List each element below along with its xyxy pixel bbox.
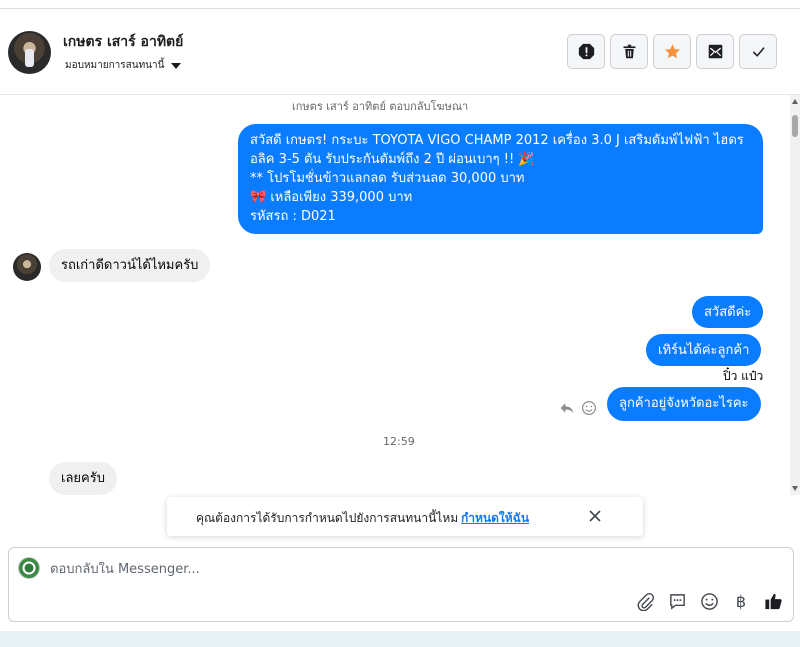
assign-prompt-text: คุณต้องการได้รับการกำหนดไปยังการสนทนานี้… xyxy=(196,511,459,525)
delete-button[interactable] xyxy=(610,34,648,69)
payment-icon[interactable]: ฿ xyxy=(731,591,751,611)
incoming-message[interactable]: รถเก่าดีดาวน์ได้ไหมครับ xyxy=(49,249,211,282)
outgoing-message[interactable]: สวัสดีค่ะ xyxy=(692,296,764,328)
check-icon xyxy=(752,47,765,57)
ad-message-line: 🎀 เหลือเพียง 339,000 บาท xyxy=(250,190,413,205)
composer-tools: ฿ xyxy=(635,591,783,611)
outgoing-message[interactable]: ลูกค้าอยู่จังหวัดอะไรคะ xyxy=(607,387,761,421)
ad-message-line: อลิค 3-5 ตัน รับประกันดัมพ์ถึง 2 ปี ผ่อน… xyxy=(250,152,535,167)
incoming-message[interactable]: เลยครับ xyxy=(49,462,117,495)
trash-icon xyxy=(623,44,635,59)
ad-reply-note: เกษตร เสาร์ อาทิตย์ ตอบกลับโฆษณา xyxy=(292,100,469,113)
assign-label: มอบหมายการสนทนานี้ xyxy=(65,60,165,71)
reply-input[interactable] xyxy=(50,562,750,577)
attach-button[interactable] xyxy=(635,591,655,611)
sender-name: ปิ๋ว แป๋ว xyxy=(723,369,764,383)
scroll-thumb[interactable] xyxy=(792,115,798,137)
reply-composer: ฿ xyxy=(8,547,794,622)
mark-spam-button[interactable] xyxy=(567,34,605,69)
emoji-icon xyxy=(700,592,718,610)
reply-icon[interactable] xyxy=(559,400,575,416)
ad-message-line: รหัสรถ : D021 xyxy=(250,209,336,224)
message-timestamp: 12:59 xyxy=(383,435,415,448)
ad-message-bubble[interactable]: สวัสดี เกษตร! กระบะ TOYOTA VIGO CHAMP 20… xyxy=(238,124,763,234)
contact-name[interactable]: เกษตร เสาร์ อาทิตย์ xyxy=(63,31,183,53)
contact-avatar-small xyxy=(13,253,41,281)
star-button[interactable] xyxy=(653,34,691,69)
mark-unread-icon xyxy=(708,44,722,59)
like-icon xyxy=(764,593,782,609)
spam-icon xyxy=(578,43,594,60)
outgoing-message[interactable]: เทิร์นได้ค่ะลูกค้า xyxy=(646,334,762,366)
close-icon[interactable] xyxy=(587,508,603,524)
mark-unread-button[interactable] xyxy=(696,34,734,69)
assign-prompt-banner: คุณต้องการได้รับการกำหนดไปยังการสนทนานี้… xyxy=(167,497,643,536)
chat-scrollbar[interactable] xyxy=(790,95,800,495)
conversation-header: เกษตร เสาร์ อาทิตย์ มอบหมายการสนทนานี้ xyxy=(0,9,800,95)
saved-replies-button[interactable] xyxy=(667,591,687,611)
contact-avatar[interactable] xyxy=(8,31,51,74)
assign-dropdown[interactable]: มอบหมายการสนทนานี้ xyxy=(65,58,182,73)
page-avatar xyxy=(18,557,40,579)
ad-message-line: ** โปรโมชั่นข้าวแลกลด รับส่วนลด 30,000 บ… xyxy=(250,171,525,186)
like-button[interactable] xyxy=(763,591,783,611)
scroll-down-arrow-icon[interactable] xyxy=(792,486,798,491)
mark-done-button[interactable] xyxy=(739,34,777,69)
assign-to-me-link[interactable]: กำหนดให้ฉัน xyxy=(461,509,529,528)
message-thread: เกษตร เสาร์ อาทิตย์ ตอบกลับโฆษณา สวัสดี … xyxy=(0,95,790,495)
message-actions xyxy=(559,400,597,416)
saved-replies-icon xyxy=(669,593,685,610)
react-icon[interactable] xyxy=(581,400,597,416)
emoji-button[interactable] xyxy=(699,591,719,611)
ad-message-line: สวัสดี เกษตร! กระบะ TOYOTA VIGO CHAMP 20… xyxy=(250,133,744,148)
star-icon xyxy=(664,44,680,59)
attachment-icon xyxy=(637,592,654,611)
scroll-up-arrow-icon[interactable] xyxy=(792,99,798,104)
bottom-band xyxy=(0,631,800,647)
caret-down-icon xyxy=(171,62,182,69)
